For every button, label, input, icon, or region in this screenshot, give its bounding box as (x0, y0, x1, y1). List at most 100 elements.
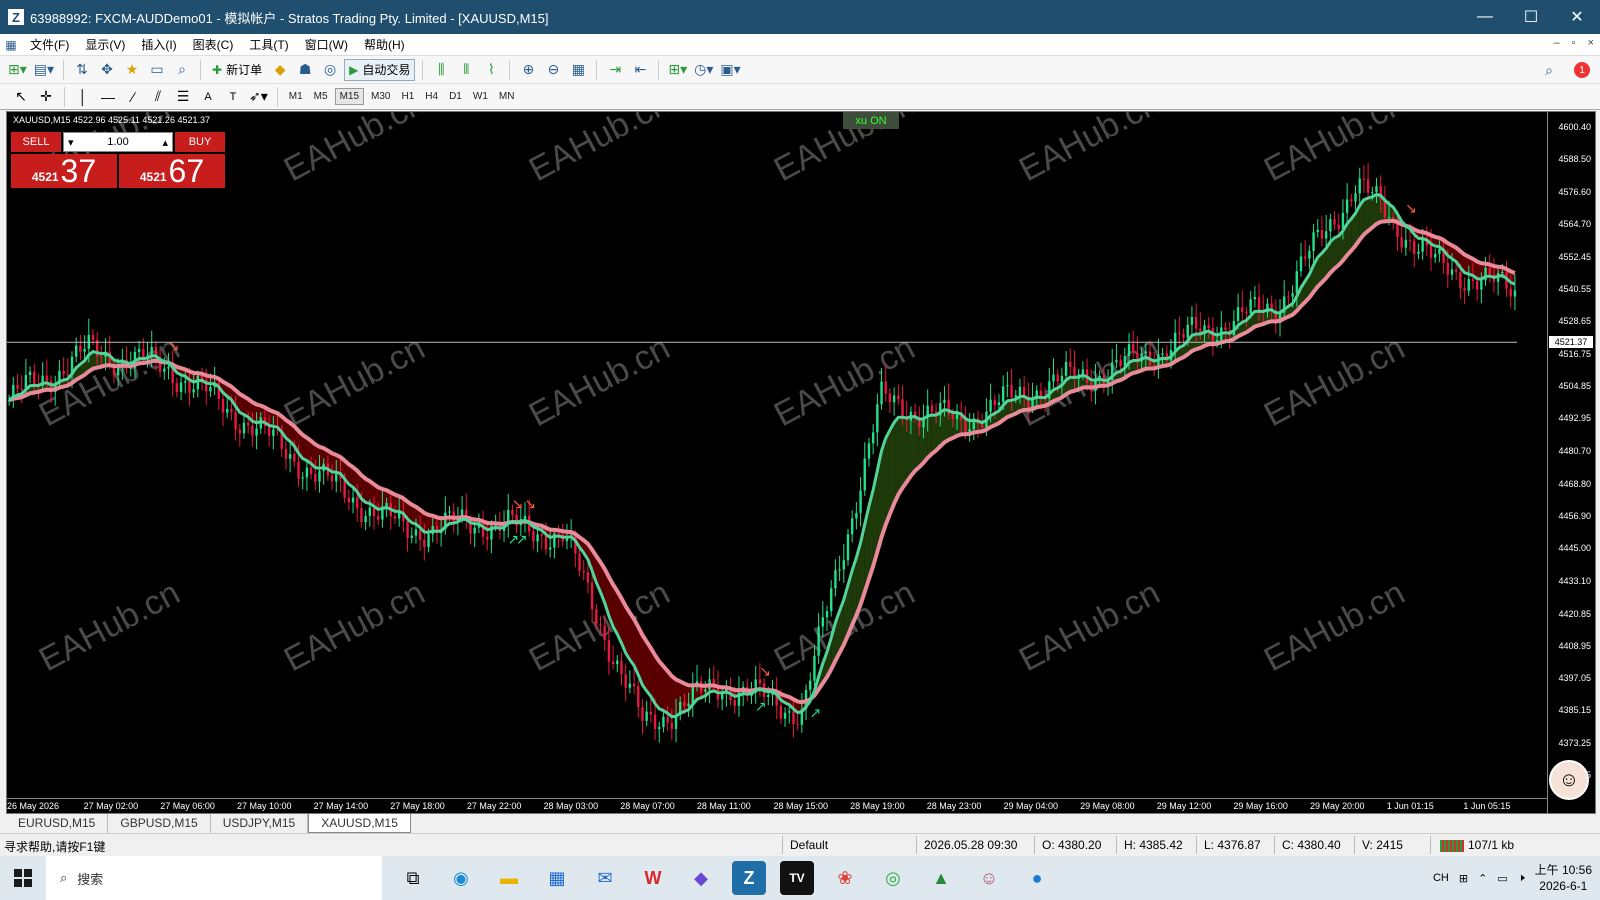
indicator-status-label[interactable]: xu ON (843, 112, 899, 129)
bar-chart-icon[interactable]: ⫼ (430, 59, 452, 81)
timeframe-m15[interactable]: M15 (334, 88, 365, 105)
menu-help[interactable]: 帮助(H) (356, 36, 413, 53)
store-icon[interactable]: ▦ (540, 861, 574, 895)
tab-xauusd[interactable]: XAUUSD,M15 (308, 814, 411, 833)
text-icon[interactable]: A (197, 86, 219, 108)
mdi-restore-button[interactable]: ▫ (1572, 37, 1576, 49)
zoom-in-icon[interactable]: ⊕ (517, 59, 539, 81)
tab-eurusd[interactable]: EURUSD,M15 (6, 814, 109, 833)
channel-icon[interactable]: ⫽ (147, 86, 169, 108)
blue-circle-app-icon[interactable]: ● (1020, 861, 1054, 895)
strategy-tester-icon[interactable]: ⌕ (171, 59, 193, 81)
terminal-icon[interactable]: ▭ (146, 59, 168, 81)
mail-icon[interactable]: ✉ (588, 861, 622, 895)
buy-price[interactable]: 4521 67 (119, 154, 225, 188)
metatrader-icon[interactable]: Z (732, 861, 766, 895)
chart-window-icon[interactable]: ▦ (0, 34, 22, 56)
templates-icon[interactable]: ▣▾ (718, 59, 742, 81)
market-watch-icon[interactable]: ⇅ (71, 59, 93, 81)
timeframe-m5[interactable]: M5 (310, 89, 332, 104)
menu-view[interactable]: 显示(V) (77, 36, 133, 53)
line-chart-icon[interactable]: ⌇ (480, 59, 502, 81)
windows-start-icon[interactable] (0, 856, 46, 900)
shell-app-icon[interactable]: ❀ (828, 861, 862, 895)
signals-icon[interactable]: ☗ (294, 59, 316, 81)
mdi-close-button[interactable]: × (1588, 37, 1594, 49)
menu-tools[interactable]: 工具(T) (241, 36, 296, 53)
avatar[interactable]: ☺ (1549, 760, 1589, 800)
navigator-icon[interactable]: ★ (121, 59, 143, 81)
menu-window[interactable]: 窗口(W) (297, 36, 356, 53)
chart-shift-icon[interactable]: ⇤ (629, 59, 651, 81)
system-clock[interactable]: 上午 10:56 2026-6-1 (1535, 862, 1592, 894)
wechat-icon[interactable]: ◎ (876, 861, 910, 895)
tradingview-icon[interactable]: TV (780, 861, 814, 895)
maximize-button[interactable]: ☐ (1508, 0, 1554, 34)
new-chart-icon[interactable]: ⊞▾ (6, 59, 29, 81)
timeframe-h4[interactable]: H4 (421, 89, 442, 104)
close-button[interactable]: ✕ (1554, 0, 1600, 34)
tray-expand-icon[interactable]: ⌃ (1478, 872, 1487, 885)
file-explorer-icon[interactable]: ▬ (492, 861, 526, 895)
sell-price[interactable]: 4521 37 (11, 154, 117, 188)
timeframe-m1[interactable]: M1 (285, 89, 307, 104)
notification-badge[interactable]: 1 (1574, 62, 1590, 78)
candlestick-icon[interactable]: ⫴ (455, 59, 477, 81)
market-icon[interactable]: ◎ (319, 59, 341, 81)
user-app-icon[interactable]: ☺ (972, 861, 1006, 895)
text-label-icon[interactable]: T (222, 86, 244, 108)
trendline-icon[interactable]: ∕ (122, 86, 144, 108)
buy-button[interactable]: BUY (175, 132, 225, 152)
price-chart[interactable]: EAHub.cn EAHub.cn EAHub.cn EAHub.cn EAHub.cn… (7, 112, 1547, 798)
price-tick-label: 4600.40 (1558, 122, 1591, 132)
mt5-icon[interactable]: ▲ (924, 861, 958, 895)
cursor-icon[interactable]: ↖ (10, 86, 32, 108)
data-window-icon[interactable]: ✥ (96, 59, 118, 81)
chart-window[interactable]: EAHub.cn EAHub.cn EAHub.cn EAHub.cn EAHub.cn… (6, 111, 1596, 814)
price-axis[interactable]: 4600.40 4588.50 4576.60 4564.70 4552.45 4540.… (1547, 112, 1595, 813)
fibonacci-icon[interactable]: ☰ (172, 86, 194, 108)
lot-size-field[interactable]: ▾ 1.00 ▴ (63, 132, 173, 152)
new-order-button[interactable]: ✚ 新订单 (208, 59, 266, 81)
sell-button[interactable]: SELL (11, 132, 61, 152)
search-icon[interactable]: ⌕ (1538, 59, 1560, 81)
horizontal-line-icon[interactable]: — (97, 86, 119, 108)
timeframe-h1[interactable]: H1 (397, 89, 418, 104)
ime-indicator[interactable]: CH (1433, 872, 1449, 884)
tile-windows-icon[interactable]: ▦ (567, 59, 589, 81)
menu-charts[interactable]: 图表(C) (185, 36, 242, 53)
arrows-icon[interactable]: ➶▾ (247, 86, 270, 108)
tab-gbpusd[interactable]: GBPUSD,M15 (108, 814, 211, 833)
vertical-line-icon[interactable]: │ (72, 86, 94, 108)
timeframe-w1[interactable]: W1 (469, 89, 492, 104)
autoscroll-icon[interactable]: ⇥ (604, 59, 626, 81)
minimize-button[interactable]: — (1462, 0, 1508, 34)
metaeditor-icon[interactable]: ◆ (269, 59, 291, 81)
taskbar-search[interactable]: ⌕ 搜索 (46, 856, 382, 900)
indicators-icon[interactable]: ⊞▾ (666, 59, 689, 81)
menu-insert[interactable]: 插入(I) (133, 36, 184, 53)
lot-decrease-icon[interactable]: ▾ (68, 136, 74, 149)
profiles-icon[interactable]: ▤▾ (32, 59, 56, 81)
purple-app-icon[interactable]: ◆ (684, 861, 718, 895)
timeframe-m30[interactable]: M30 (367, 89, 394, 104)
crosshair-icon[interactable]: ✛ (35, 86, 57, 108)
network-icon[interactable]: ▭ (1497, 872, 1507, 885)
zoom-out-icon[interactable]: ⊖ (542, 59, 564, 81)
periods-icon[interactable]: ◷▾ (692, 59, 715, 81)
candle-body (930, 405, 934, 412)
auto-trading-button[interactable]: ▶ 自动交易 (344, 58, 416, 81)
time-axis[interactable]: 26 May 2026 27 May 02:00 27 May 06:00 27 Ma… (7, 798, 1547, 813)
task-view-icon[interactable]: ⧉ (396, 861, 430, 895)
volume-icon[interactable]: 🕨 (1518, 872, 1525, 885)
timeframe-mn[interactable]: MN (495, 89, 519, 104)
wps-office-icon[interactable]: W (636, 861, 670, 895)
tab-usdjpy[interactable]: USDJPY,M15 (211, 814, 309, 833)
keyboard-icon[interactable]: ⊞ (1459, 872, 1468, 885)
lot-increase-icon[interactable]: ▴ (162, 136, 168, 149)
timeframe-d1[interactable]: D1 (445, 89, 466, 104)
edge-browser-icon[interactable]: ◉ (444, 861, 478, 895)
mdi-minimize-button[interactable]: – (1554, 37, 1560, 49)
menu-file[interactable]: 文件(F) (22, 36, 77, 53)
candle-body (1421, 239, 1424, 252)
